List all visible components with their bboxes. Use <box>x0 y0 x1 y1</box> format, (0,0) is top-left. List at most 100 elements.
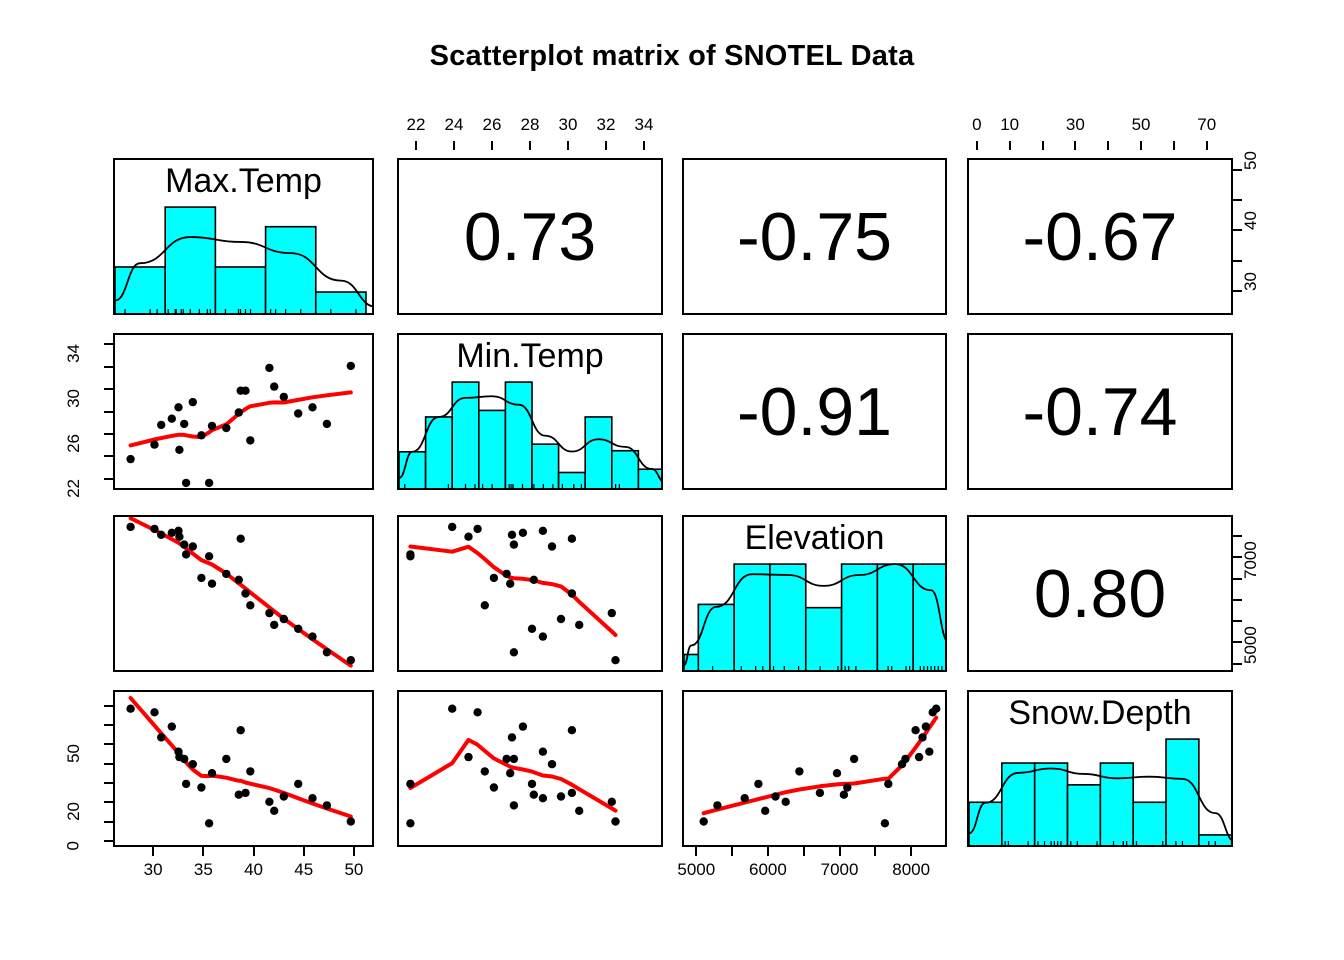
data-point <box>180 419 189 429</box>
panel-correlation-min-elev: -0.91 <box>682 333 947 490</box>
panel-scatter-snow-vs-max <box>113 690 374 847</box>
histogram-bar <box>1001 762 1036 845</box>
data-point <box>567 726 577 735</box>
panel-scatter-elev-vs-min <box>397 515 663 672</box>
data-point <box>928 708 937 717</box>
data-point <box>279 792 288 801</box>
axis-tick <box>529 141 531 150</box>
panel-correlation-elev-snow: 0.80 <box>967 515 1233 672</box>
diagonal-label-min-temp: Min.Temp <box>456 337 604 375</box>
axis-tick-label: 50 <box>63 744 83 764</box>
data-point <box>181 478 191 488</box>
data-point <box>911 726 920 735</box>
data-point <box>234 408 243 417</box>
axis-tick-label: 30 <box>63 389 83 408</box>
data-point <box>918 733 927 742</box>
axis-tick-label: 70 <box>1197 115 1217 134</box>
axis-left-min-temp: 22 26 30 34 <box>63 333 113 498</box>
correlation-value-min-elev: -0.91 <box>737 373 892 450</box>
data-point <box>197 573 206 583</box>
data-point <box>270 620 279 630</box>
axis-tick-label: 34 <box>63 344 83 364</box>
data-point <box>234 575 243 584</box>
data-point <box>699 817 708 826</box>
axis-tick <box>104 432 113 435</box>
data-point <box>480 767 489 776</box>
axis-tick-label: 7000 <box>820 860 859 879</box>
data-point <box>509 648 519 657</box>
data-point <box>509 540 519 549</box>
data-point <box>509 754 519 764</box>
data-point <box>538 526 548 535</box>
data-point <box>839 790 849 799</box>
data-point <box>448 704 457 713</box>
histogram-bar <box>697 603 735 670</box>
data-point <box>246 601 255 610</box>
data-point <box>322 648 332 657</box>
axis-tick-label: 30 <box>558 115 578 134</box>
data-point <box>849 754 859 764</box>
data-point <box>921 722 931 731</box>
histogram-bar <box>804 606 843 670</box>
axis-tick-label: 26 <box>63 433 83 453</box>
axis-tick <box>1233 641 1242 644</box>
data-point <box>502 569 511 579</box>
panel-correlation-max-snow: -0.67 <box>967 158 1233 315</box>
data-point <box>346 361 355 371</box>
panel-diagonal-min-temp: Min.Temp <box>397 333 663 490</box>
data-point <box>222 423 231 433</box>
data-point <box>507 733 517 742</box>
data-point <box>567 788 577 798</box>
data-point <box>197 783 206 792</box>
data-point <box>556 792 566 801</box>
data-point <box>207 769 217 778</box>
data-point <box>150 708 159 717</box>
data-point <box>346 817 355 826</box>
axis-left-snow-depth: 0 20 50 <box>63 690 113 851</box>
axis-tick <box>104 704 113 707</box>
data-point <box>611 656 620 665</box>
data-point <box>308 794 317 803</box>
histogram-bar <box>1165 738 1200 845</box>
axis-top-min-temp: 22 24 26 28 30 32 34 <box>397 115 663 157</box>
axis-tick <box>1233 598 1242 601</box>
axis-tick <box>352 847 355 856</box>
data-point <box>294 624 303 633</box>
data-point <box>174 403 183 412</box>
panel-correlation-min-snow: -0.74 <box>967 333 1233 490</box>
data-point <box>241 589 250 598</box>
data-point <box>502 754 511 764</box>
data-point <box>473 708 482 717</box>
scatter-min-temp-vs-max-temp <box>126 361 355 488</box>
axis-tick <box>802 847 805 856</box>
data-point <box>246 436 255 445</box>
data-point <box>236 534 245 543</box>
correlation-value-elev-snow: 0.80 <box>1033 555 1167 632</box>
axis-tick-label: 30 <box>1240 271 1260 291</box>
axis-tick-label: 22 <box>63 478 83 498</box>
data-point <box>464 752 473 762</box>
panel-diagonal-elevation: Elevation <box>682 515 947 672</box>
axis-tick-label: 28 <box>520 115 540 134</box>
axis-tick <box>104 455 113 458</box>
lowess-smoother <box>408 544 618 637</box>
data-point <box>150 440 159 449</box>
axis-tick <box>104 782 113 785</box>
axis-tick <box>104 820 113 823</box>
axis-tick <box>104 801 113 804</box>
data-point <box>795 767 804 776</box>
data-point <box>740 794 749 803</box>
histogram-bar <box>584 416 613 488</box>
data-point <box>279 392 288 402</box>
axis-tick <box>766 847 769 856</box>
histogram-bar <box>424 416 454 488</box>
diagonal-label-snow-depth: Snow.Depth <box>1008 694 1192 732</box>
data-point <box>713 801 722 810</box>
data-point <box>884 779 893 789</box>
axis-tick-label: 22 <box>406 115 426 134</box>
axis-tick-label: 10 <box>1000 115 1020 134</box>
data-point <box>406 552 415 561</box>
data-point <box>607 797 616 806</box>
panel-scatter-min-vs-max <box>113 333 374 490</box>
scatter-snow-depth-vs-min-temp <box>406 704 620 828</box>
